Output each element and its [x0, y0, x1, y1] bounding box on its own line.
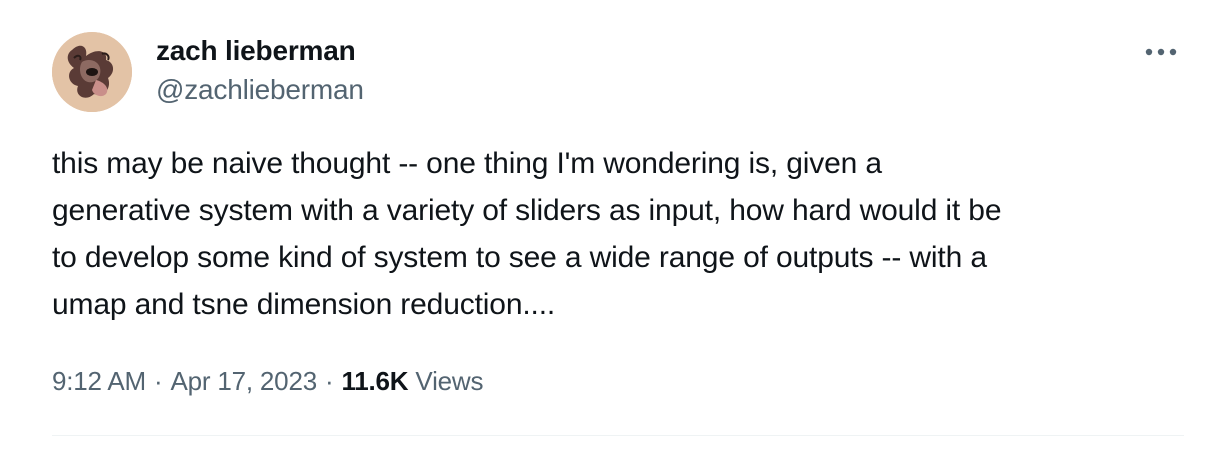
tweet-card: zach lieberman @zachlieberman this may b…: [0, 0, 1232, 452]
author-display-name[interactable]: zach lieberman: [156, 34, 364, 68]
tweet-text-line: umap and tsne dimension reduction....: [52, 288, 556, 321]
meta-separator: ·: [154, 366, 163, 396]
tweet-time: 9:12 AM: [52, 366, 146, 396]
avatar[interactable]: [52, 32, 132, 112]
author-info: zach lieberman @zachlieberman: [156, 34, 364, 107]
tweet-timestamp[interactable]: 9:12 AM · Apr 17, 2023: [52, 366, 317, 396]
tweet-date: Apr 17, 2023: [170, 366, 317, 396]
meta-separator: ·: [324, 366, 334, 396]
avatar-image: [52, 32, 132, 112]
author-handle[interactable]: @zachlieberman: [156, 73, 364, 107]
more-options-button[interactable]: [1140, 34, 1182, 70]
tweet-text: this may be naive thought -- one thing I…: [52, 140, 1192, 328]
tweet-text-line: to develop some kind of system to see a …: [52, 241, 987, 274]
tweet-meta: 9:12 AM · Apr 17, 2023 · 11.6K Views: [52, 364, 484, 398]
divider: [52, 435, 1184, 436]
views-count: 11.6K: [341, 366, 409, 396]
more-horizontal-icon: [1145, 48, 1177, 56]
views-label: Views: [415, 366, 484, 396]
views-link[interactable]: 11.6K Views: [341, 366, 483, 396]
tweet-text-line: generative system with a variety of slid…: [52, 194, 1002, 227]
tweet-text-line: this may be naive thought -- one thing I…: [52, 147, 882, 180]
